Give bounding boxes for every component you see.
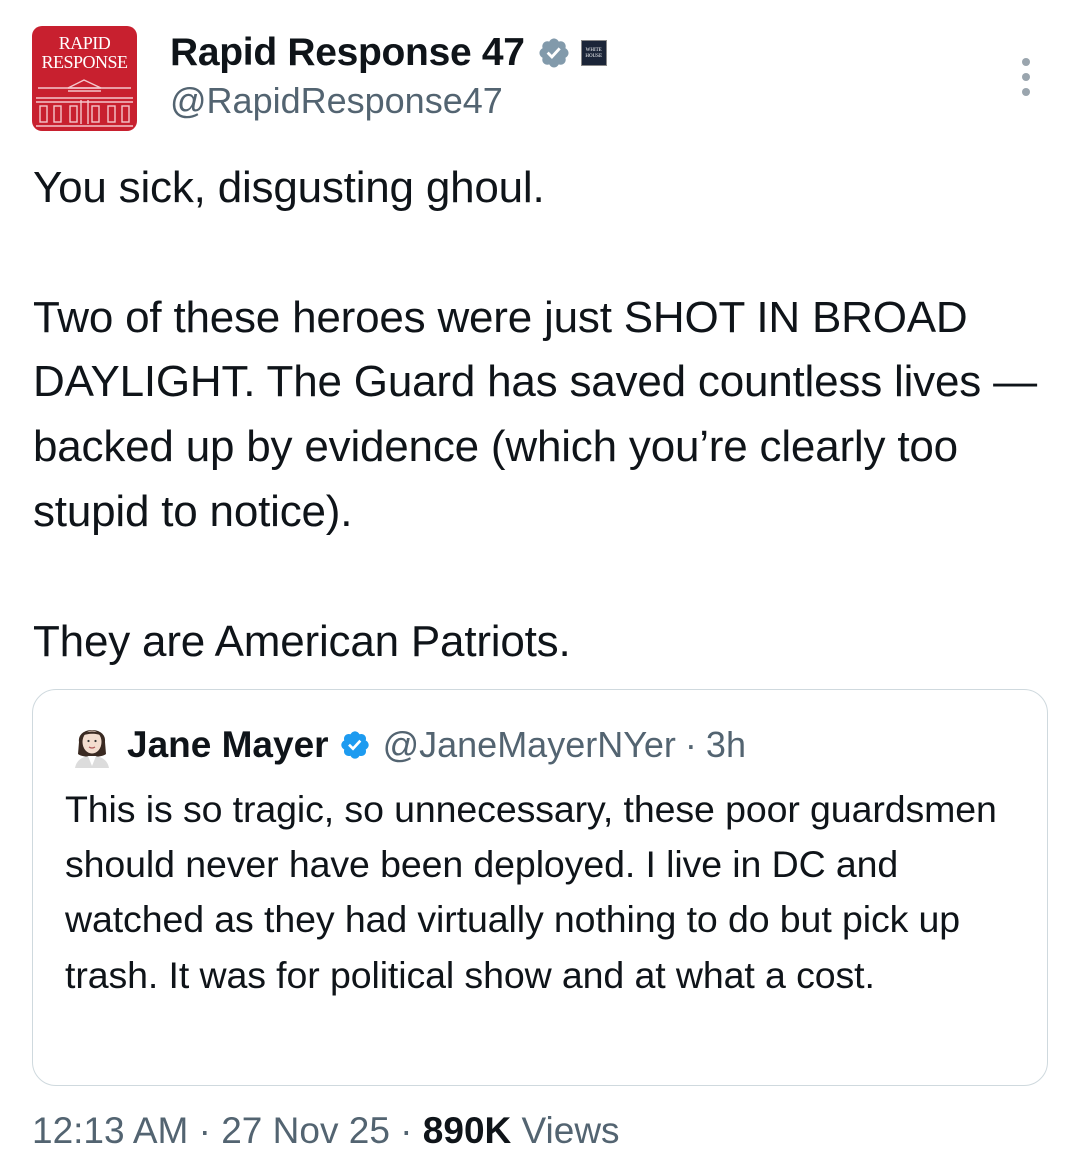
verified-badge-icon[interactable]	[339, 729, 371, 761]
avatar-logo-text: RAPID RESPONSE	[41, 33, 128, 72]
more-options-icon[interactable]	[1015, 52, 1037, 122]
tweet-text: You sick, disgusting ghoul. Two of these…	[33, 163, 1037, 666]
tweet-date[interactable]: 27 Nov 25	[221, 1110, 390, 1151]
tweet-header: RAPID RESPONSE Rapid Response 47 WHITE H…	[32, 26, 1047, 134]
quoted-timestamp[interactable]: 3h	[706, 724, 746, 766]
author-avatar[interactable]: RAPID RESPONSE	[32, 26, 137, 131]
author-display-name[interactable]: Rapid Response 47	[170, 31, 525, 75]
more-dot	[1022, 73, 1030, 81]
quoted-tweet-text: This is so tragic, so unnecessary, these…	[65, 788, 997, 996]
separator-dot: ·	[188, 1110, 222, 1151]
quoted-display-name[interactable]: Jane Mayer	[127, 724, 329, 766]
author-name-row: Rapid Response 47 WHITE HOUSE	[170, 30, 607, 76]
white-house-icon	[36, 79, 133, 127]
tweet-metadata: 12:13 AM · 27 Nov 25 · 890K Views	[32, 1110, 620, 1152]
views-label: Views	[511, 1110, 620, 1151]
quoted-tweet-header: Jane Mayer @JaneMayerNYer · 3h	[71, 722, 746, 768]
author-handle[interactable]: @RapidResponse47	[170, 80, 503, 122]
affiliation-badge[interactable]: WHITE HOUSE	[580, 40, 607, 66]
more-dot	[1022, 88, 1030, 96]
views-count[interactable]: 890K	[423, 1110, 511, 1151]
separator-dot: ·	[684, 724, 697, 765]
verified-badge-icon[interactable]	[537, 36, 571, 70]
tweet-time[interactable]: 12:13 AM	[32, 1110, 188, 1151]
quoted-tweet[interactable]: Jane Mayer @JaneMayerNYer · 3h This is s…	[32, 689, 1048, 1086]
quoted-author-avatar[interactable]	[71, 722, 113, 768]
quoted-handle[interactable]: @JaneMayerNYer	[383, 724, 676, 766]
separator-dot: ·	[389, 1110, 423, 1151]
more-dot	[1022, 58, 1030, 66]
